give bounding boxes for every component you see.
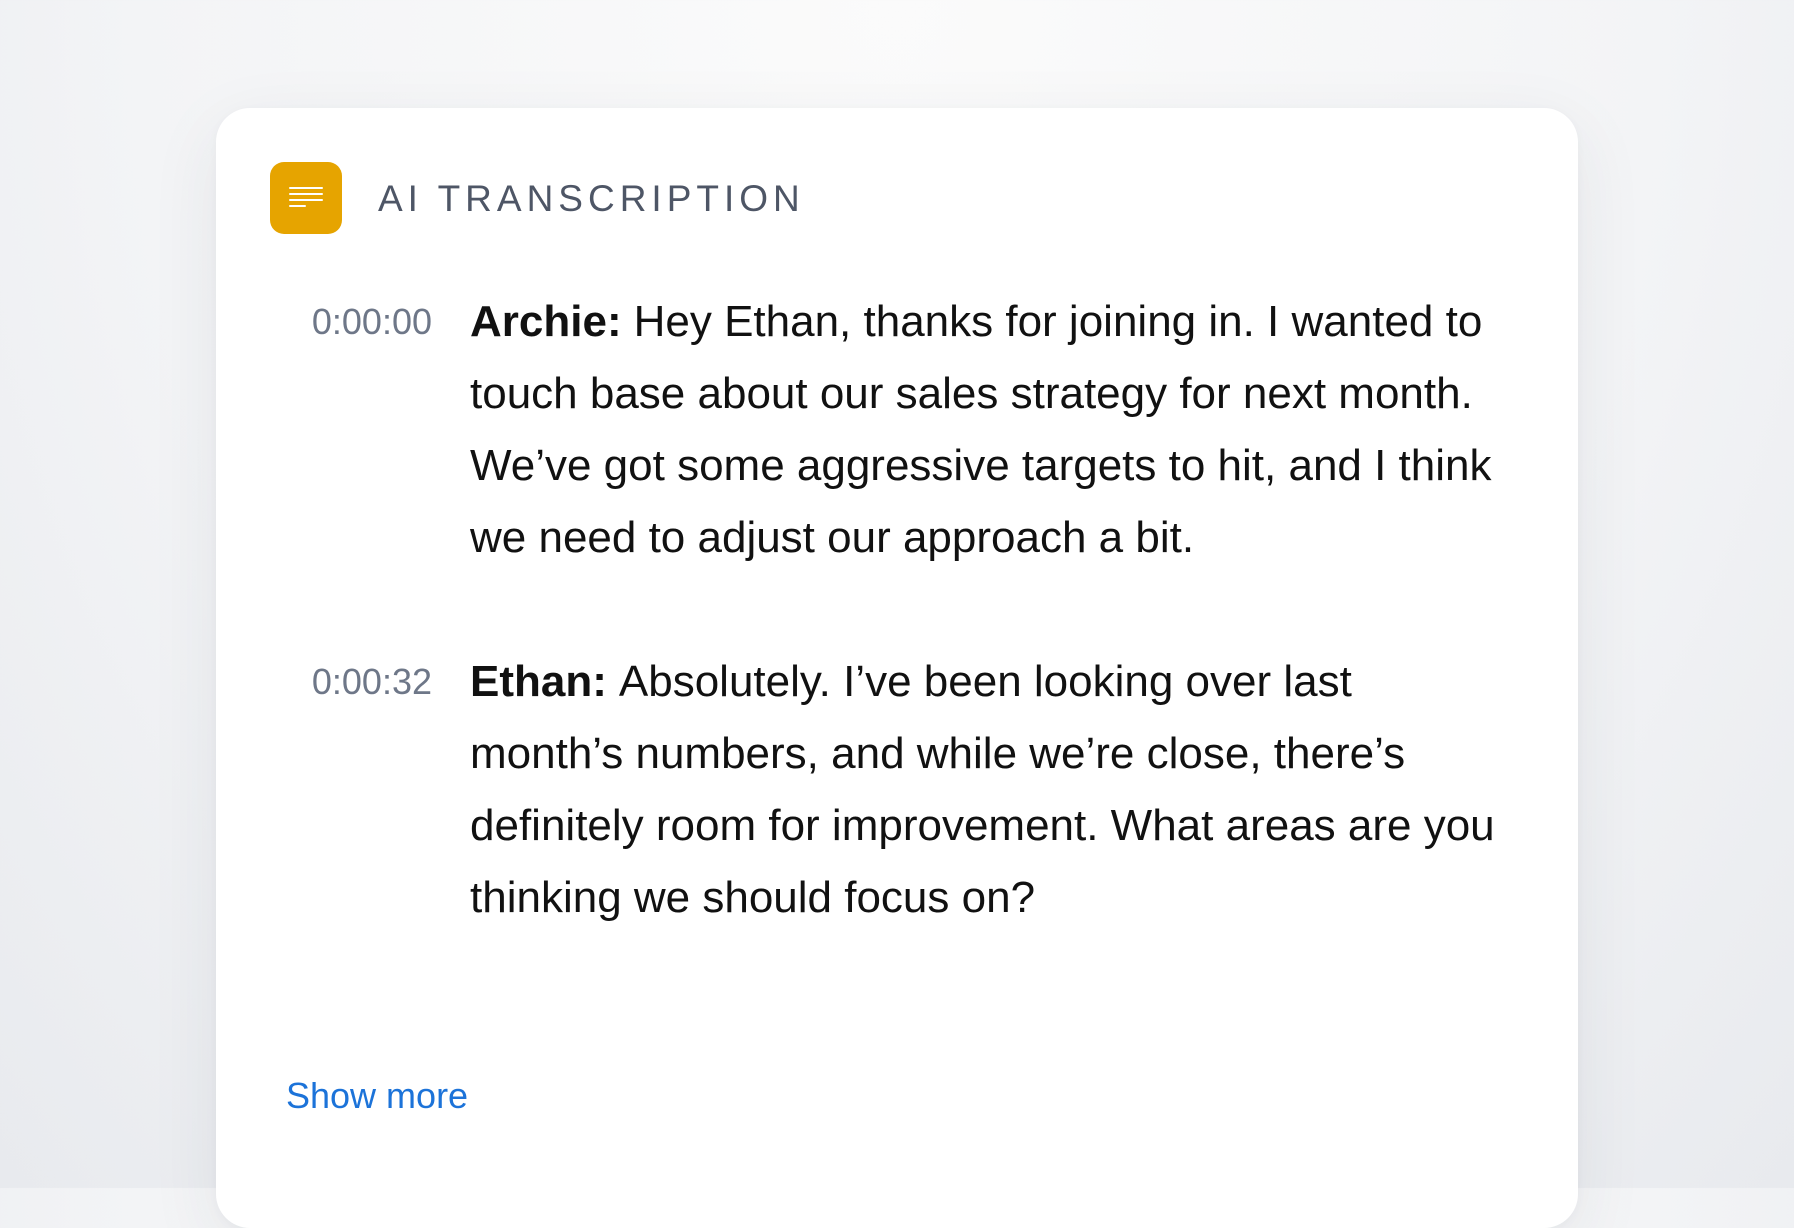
transcript-entry: 0:00:00 Archie: Hey Ethan, thanks for joi… — [216, 286, 1578, 574]
transcription-card: AI TRANSCRIPTION 0:00:00 Archie: Hey Etha… — [216, 108, 1578, 1228]
show-more-link[interactable]: Show more — [286, 1074, 468, 1117]
speaker-name: Ethan: — [470, 657, 607, 706]
utterance: Ethan: Absolutely. I’ve been looking over… — [470, 646, 1510, 934]
transcript-list: 0:00:00 Archie: Hey Ethan, thanks for joi… — [216, 286, 1578, 1006]
transcript-entry: 0:00:32 Ethan: Absolutely. I’ve been look… — [216, 646, 1578, 934]
utterance-text: Hey Ethan, thanks for joining in. I want… — [470, 297, 1492, 562]
timestamp: 0:00:32 — [311, 661, 432, 702]
panel-title: AI TRANSCRIPTION — [378, 177, 805, 219]
document-lines-icon — [270, 162, 342, 234]
card-header: AI TRANSCRIPTION — [270, 162, 805, 234]
utterance: Archie: Hey Ethan, thanks for joining in.… — [470, 286, 1510, 574]
timestamp: 0:00:00 — [311, 301, 432, 342]
utterance-text: Absolutely. I’ve been looking over last … — [470, 657, 1495, 922]
speaker-name: Archie: — [470, 297, 622, 346]
